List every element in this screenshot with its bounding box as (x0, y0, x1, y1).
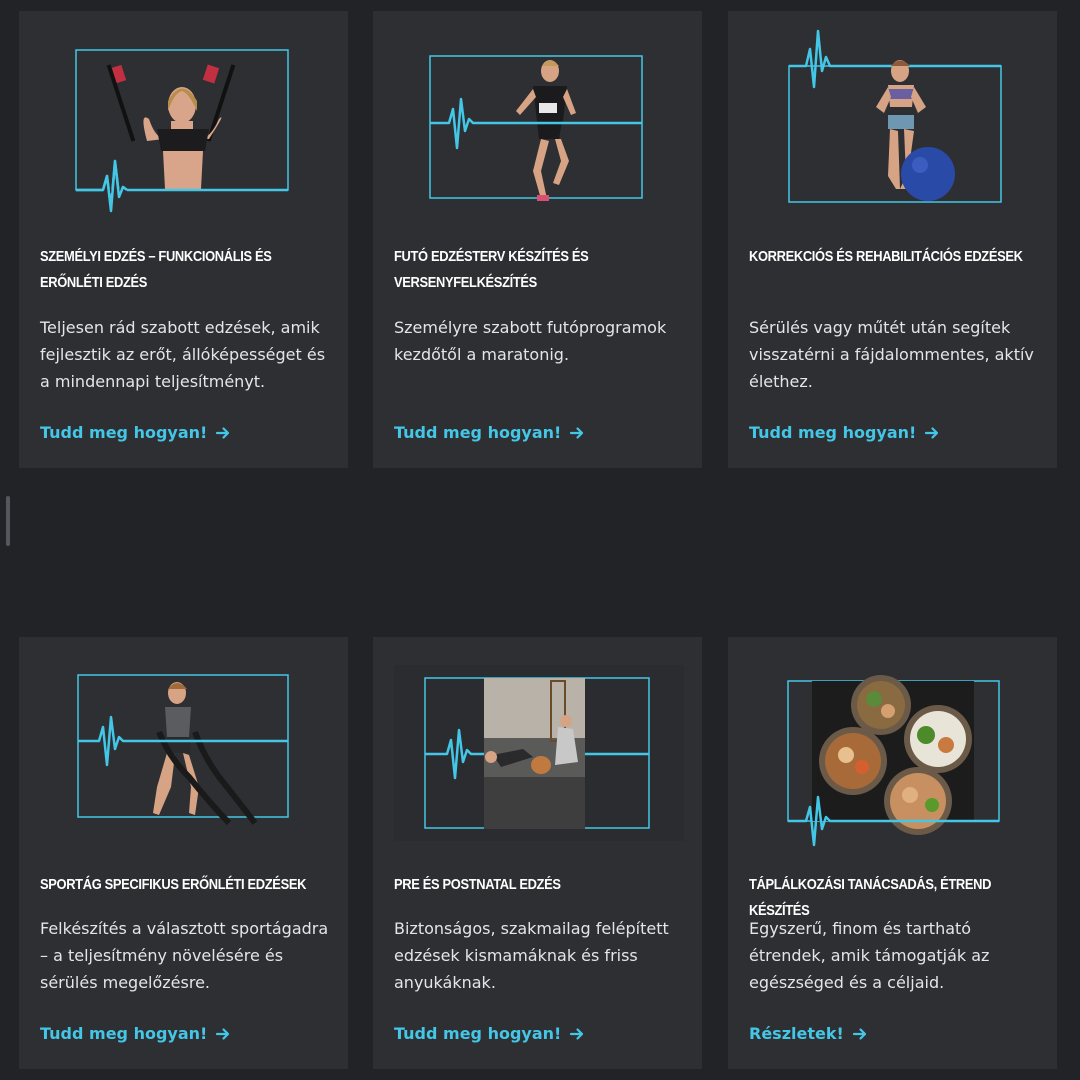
card-description: Egyszerű, finom és tartható étrendek, am… (749, 919, 990, 992)
link-label: Tudd meg hogyan! (749, 423, 917, 442)
scrollbar-handle[interactable] (6, 496, 10, 546)
link-label: Tudd meg hogyan! (40, 423, 208, 442)
card-description: Felkészítés a választott sportágadra – a… (40, 919, 329, 992)
services-page: Személyi edzés – funkcionális és erőnlét… (0, 0, 1080, 1080)
service-card-sport-specific: Sportág specifikus erőnléti edzések Felk… (19, 637, 348, 1069)
card-description: Sérülés vagy műtét után segítek visszaté… (749, 318, 1034, 391)
card-description: Teljesen rád szabott edzések, amik fejle… (40, 318, 326, 391)
service-card-pre-postnatal: Pre és postnatal edzés Biztonságos, szak… (373, 637, 702, 1069)
arrow-right-icon (215, 1026, 231, 1042)
arrow-right-icon (569, 425, 585, 441)
card-title: Pre és postnatal edzés (394, 876, 561, 893)
card-description: Biztonságos, szakmailag felépített edzés… (394, 919, 669, 992)
card-image (728, 11, 1057, 221)
card-title: Személyi edzés – funkcionális és erőnlét… (40, 248, 272, 291)
arrow-right-icon (852, 1026, 868, 1042)
arrow-right-icon (924, 425, 940, 441)
learn-more-link[interactable]: Tudd meg hogyan! (40, 423, 231, 442)
card-title: Futó edzésterv készítés és versenyfelkés… (394, 248, 589, 291)
card-image (19, 637, 348, 847)
arrow-right-icon (215, 425, 231, 441)
card-title: Sportág specifikus erőnléti edzések (40, 876, 307, 893)
learn-more-link[interactable]: Tudd meg hogyan! (40, 1024, 231, 1043)
details-link[interactable]: Részletek! (749, 1024, 868, 1043)
learn-more-link[interactable]: Tudd meg hogyan! (749, 423, 940, 442)
learn-more-link[interactable]: Tudd meg hogyan! (394, 423, 585, 442)
arrow-right-icon (569, 1026, 585, 1042)
card-description: Személyre szabott futóprogramok kezdőtől… (394, 318, 667, 364)
link-label: Részletek! (749, 1024, 844, 1043)
link-label: Tudd meg hogyan! (40, 1024, 208, 1043)
card-image (19, 11, 348, 221)
service-card-nutrition: Táplálkozási tanácsadás, étrend készítés… (728, 637, 1057, 1069)
link-label: Tudd meg hogyan! (394, 1024, 562, 1043)
service-card-rehabilitation: Korrekciós és rehabilitációs edzések Sér… (728, 11, 1057, 468)
card-image (373, 11, 702, 221)
link-label: Tudd meg hogyan! (394, 423, 562, 442)
card-image (728, 637, 1057, 847)
service-card-running-plan: Futó edzésterv készítés és versenyfelkés… (373, 11, 702, 468)
service-card-personal-training: Személyi edzés – funkcionális és erőnlét… (19, 11, 348, 468)
learn-more-link[interactable]: Tudd meg hogyan! (394, 1024, 585, 1043)
card-title: Korrekciós és rehabilitációs edzések (749, 248, 1023, 265)
card-image (373, 637, 702, 847)
